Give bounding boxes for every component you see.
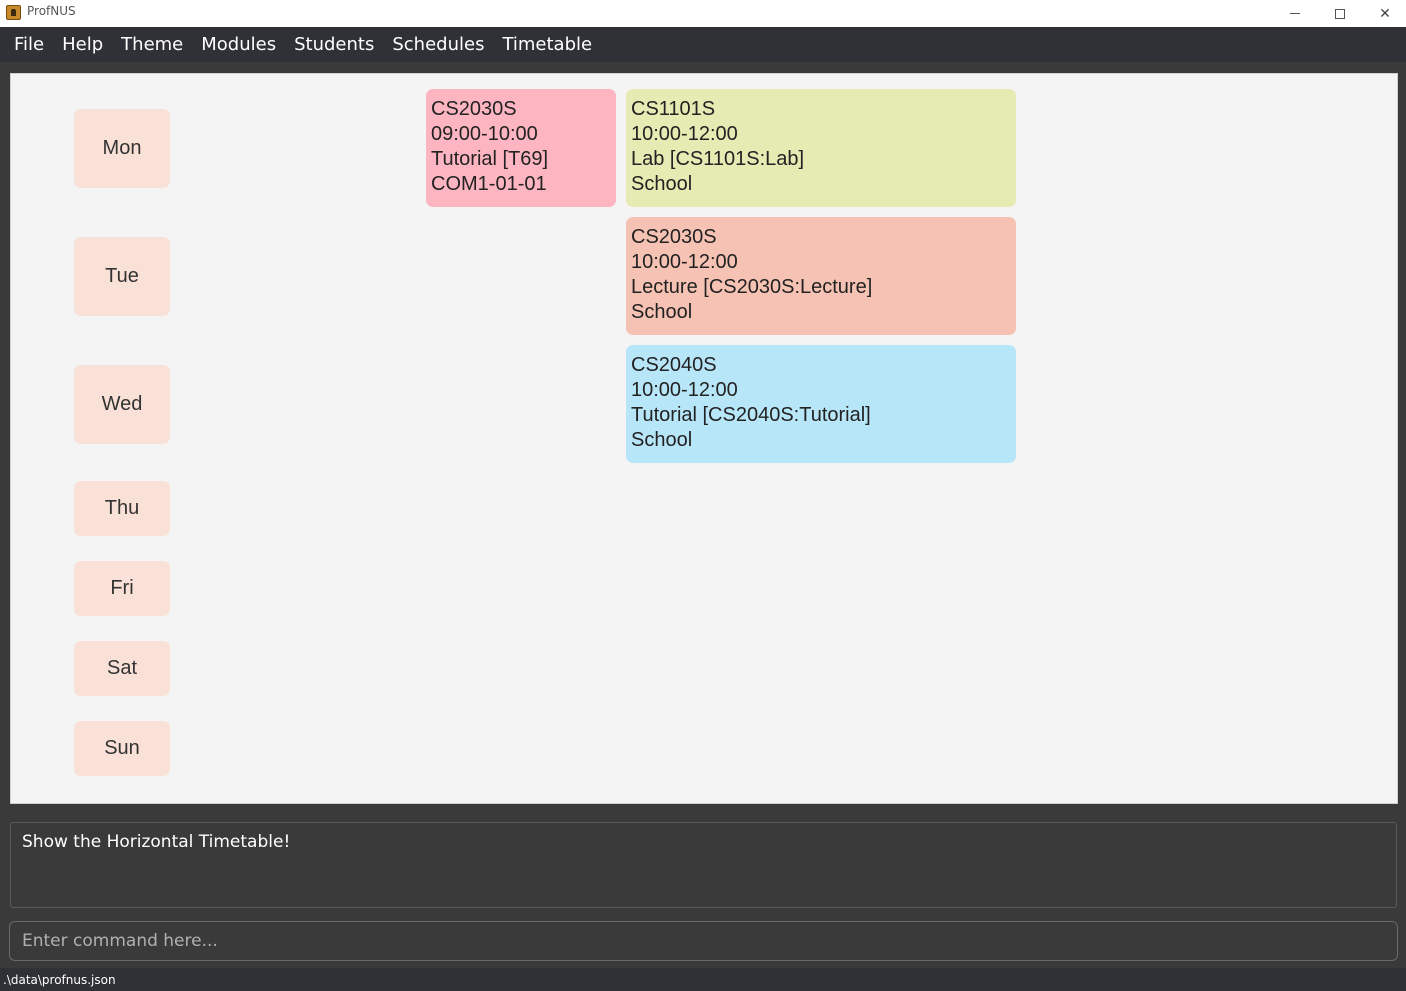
slot-type: Lecture [CS2030S:Lecture] — [631, 276, 873, 298]
timetable-slot[interactable]: CS2040S 10:00-12:00 Tutorial [CS2040S:Tu… — [626, 345, 1016, 463]
horizontal-timetable: Mon Tue Wed Thu Fri Sat Sun CS2030S 09:0… — [10, 73, 1398, 804]
title-bar: ProfNUS ✕ — [0, 0, 1406, 27]
window-title: ProfNUS — [27, 4, 76, 18]
day-label-sat: Sat — [74, 641, 170, 696]
maximize-icon — [1335, 8, 1345, 19]
slot-type: Tutorial [T69] — [431, 148, 549, 170]
menu-theme[interactable]: Theme — [112, 27, 192, 62]
slot-time: 09:00-10:00 — [431, 123, 538, 145]
slot-venue: School — [631, 173, 693, 195]
profnus-app-icon — [6, 5, 21, 20]
day-label-sun: Sun — [74, 721, 170, 776]
day-label-mon: Mon — [74, 109, 170, 188]
day-label-fri: Fri — [74, 561, 170, 616]
menu-file[interactable]: File — [5, 27, 53, 62]
slot-type: Lab [CS1101S:Lab] — [631, 148, 805, 170]
timetable-slot[interactable]: CS1101S 10:00-12:00 Lab [CS1101S:Lab] Sc… — [626, 89, 1016, 207]
slot-time: 10:00-12:00 — [631, 251, 738, 273]
slot-module: CS2030S — [431, 98, 517, 120]
slot-module: CS2030S — [631, 226, 717, 248]
day-label-thu: Thu — [74, 481, 170, 536]
day-label-tue: Tue — [74, 237, 170, 316]
maximize-button[interactable] — [1317, 0, 1363, 27]
menu-help[interactable]: Help — [53, 27, 112, 62]
menu-timetable[interactable]: Timetable — [493, 27, 601, 62]
slot-module: CS1101S — [631, 98, 716, 120]
close-icon: ✕ — [1379, 5, 1391, 22]
minimize-icon — [1290, 13, 1300, 14]
save-location: .\data\profnus.json — [3, 973, 116, 987]
command-input[interactable] — [10, 922, 1397, 960]
minimize-button[interactable] — [1272, 0, 1318, 27]
result-display: Show the Horizontal Timetable! — [10, 822, 1397, 908]
command-box — [9, 921, 1398, 961]
slot-type: Tutorial [CS2040S:Tutorial] — [631, 404, 871, 426]
timetable-slot[interactable]: CS2030S 09:00-10:00 Tutorial [T69] COM1-… — [426, 89, 616, 207]
timetable-slot[interactable]: CS2030S 10:00-12:00 Lecture [CS2030S:Lec… — [626, 217, 1016, 335]
slot-time: 10:00-12:00 — [631, 379, 738, 401]
day-label-wed: Wed — [74, 365, 170, 444]
close-button[interactable]: ✕ — [1362, 0, 1406, 27]
menu-schedules[interactable]: Schedules — [383, 27, 493, 62]
menu-bar: File Help Theme Modules Students Schedul… — [0, 27, 1406, 62]
slot-venue: School — [631, 301, 693, 323]
slot-venue: School — [631, 429, 693, 451]
slot-module: CS2040S — [631, 354, 717, 376]
status-bar: .\data\profnus.json — [0, 968, 1406, 991]
slot-venue: COM1-01-01 — [431, 173, 547, 195]
slot-time: 10:00-12:00 — [631, 123, 738, 145]
result-message: Show the Horizontal Timetable! — [22, 832, 291, 852]
menu-modules[interactable]: Modules — [192, 27, 285, 62]
menu-students[interactable]: Students — [285, 27, 383, 62]
